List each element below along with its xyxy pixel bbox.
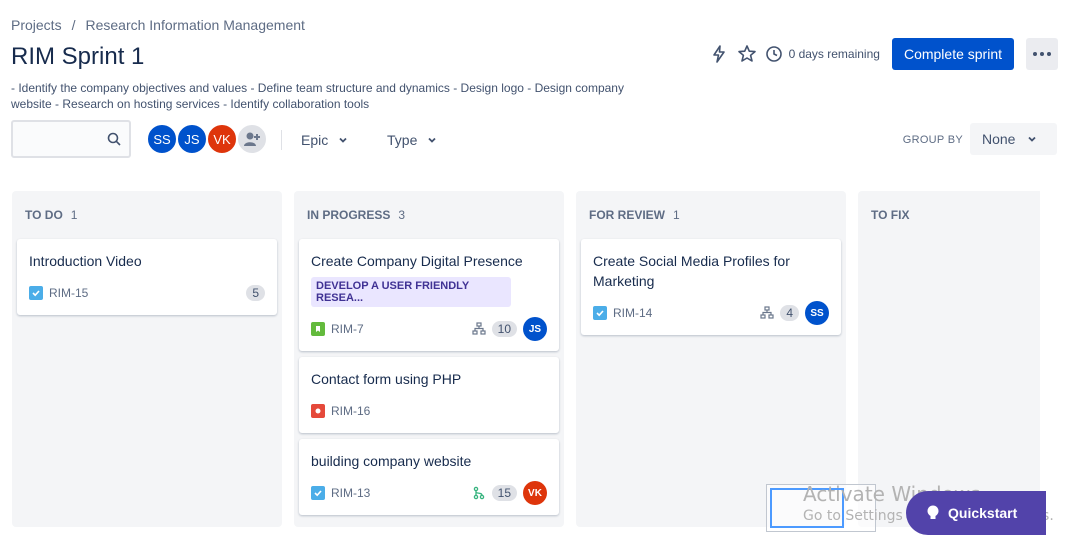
group-by-value: None (982, 131, 1016, 147)
task-icon (593, 306, 607, 320)
story-icon (311, 322, 325, 336)
issue-card[interactable]: building company website RIM-13 15 VK (299, 439, 559, 515)
issue-title: Contact form using PHP (311, 371, 462, 387)
avatar[interactable]: JS (176, 123, 208, 155)
epic-tag[interactable]: DEVELOP A USER FRIENDLY RESEA... (311, 277, 511, 307)
issue-key[interactable]: RIM-13 (331, 486, 370, 500)
card-footer: RIM-16 (311, 399, 547, 423)
avatar[interactable]: SS (146, 123, 178, 155)
column-header: IN PROGRESS 3 (299, 191, 559, 239)
subtasks-icon (760, 306, 774, 319)
lightbulb-icon (927, 505, 939, 519)
column-header: TO DO 1 (17, 191, 277, 239)
column-to-fix: TO FIX (858, 191, 1040, 527)
search-input[interactable] (11, 120, 131, 158)
card-footer: RIM-15 5 (29, 281, 265, 305)
column-header: FOR REVIEW 1 (581, 191, 841, 239)
column-in-progress: IN PROGRESS 3 Create Company Digital Pre… (294, 191, 564, 527)
branch-icon (473, 486, 484, 500)
column-todo: TO DO 1 Introduction Video RIM-15 5 (12, 191, 282, 527)
estimate-badge: 10 (491, 321, 517, 337)
assignee-avatar[interactable]: VK (523, 481, 547, 505)
quickstart-label: Quickstart (948, 505, 1018, 521)
sprint-description: - Identify the company objectives and va… (11, 81, 624, 111)
column-name: TO DO (25, 208, 63, 222)
star-icon[interactable] (733, 40, 761, 68)
issue-card[interactable]: Contact form using PHP RIM-16 (299, 357, 559, 433)
estimate-badge: 5 (246, 285, 265, 301)
task-icon (29, 286, 43, 300)
clock-icon (765, 46, 782, 62)
group-by-label: GROUP BY (902, 134, 963, 146)
column-name: FOR REVIEW (589, 208, 666, 222)
issue-key[interactable]: RIM-16 (331, 404, 370, 418)
sprint-actions: 0 days remaining Complete sprint (705, 38, 1058, 70)
issue-title: Create Social Media Profiles for Marketi… (593, 253, 790, 289)
column-name: IN PROGRESS (307, 208, 391, 222)
bug-icon (311, 404, 325, 418)
card-footer: RIM-7 10 JS (311, 317, 547, 341)
column-count: 3 (398, 208, 406, 222)
add-people-icon[interactable] (236, 123, 268, 155)
card-footer: RIM-13 15 VK (311, 481, 547, 505)
column-count: 1 (673, 208, 680, 222)
complete-sprint-button[interactable]: Complete sprint (891, 38, 1014, 70)
subtasks-icon (472, 322, 486, 335)
issue-title: Create Company Digital Presence (311, 253, 523, 269)
column-for-review: FOR REVIEW 1 Create Social Media Profile… (576, 191, 846, 527)
issue-key[interactable]: RIM-14 (613, 306, 652, 320)
page-title: RIM Sprint 1 (11, 43, 145, 70)
type-filter-label: Type (387, 132, 418, 148)
breadcrumb-project-link[interactable]: Research Information Management (85, 17, 304, 33)
issue-title: building company website (311, 453, 472, 469)
column-count: 1 (70, 208, 78, 222)
issue-key[interactable]: RIM-7 (331, 322, 364, 336)
assignee-filter: SS JS VK (146, 123, 268, 155)
issue-key[interactable]: RIM-15 (49, 286, 88, 300)
issue-card[interactable]: Create Social Media Profiles for Marketi… (581, 239, 841, 335)
sprint-board: TO DO 1 Introduction Video RIM-15 5 IN P… (12, 191, 1040, 527)
column-header: TO FIX (863, 191, 1040, 239)
column-name: TO FIX (871, 208, 910, 222)
issue-card[interactable]: Introduction Video RIM-15 5 (17, 239, 277, 315)
epic-filter[interactable]: Epic (301, 126, 348, 154)
assignee-avatar[interactable]: SS (805, 301, 829, 325)
breadcrumb-separator: / (71, 17, 76, 33)
chevron-down-icon (428, 137, 436, 143)
issue-card[interactable]: Create Company Digital Presence DEVELOP … (299, 239, 559, 351)
type-filter[interactable]: Type (387, 126, 437, 154)
search-icon (107, 132, 121, 151)
epic-filter-label: Epic (301, 132, 329, 148)
group-by-select[interactable]: None (970, 123, 1057, 155)
breadcrumb: Projects / Research Information Manageme… (11, 17, 305, 33)
avatar[interactable]: VK (206, 123, 238, 155)
filter-divider (281, 130, 282, 150)
breadcrumb-projects-link[interactable]: Projects (11, 17, 62, 33)
card-footer: RIM-14 4 SS (593, 301, 829, 325)
time-remaining: 0 days remaining (765, 45, 880, 63)
more-actions-button[interactable] (1026, 38, 1058, 70)
quickstart-button[interactable]: Quickstart (906, 491, 1046, 535)
issue-title: Introduction Video (29, 253, 142, 269)
chevron-down-icon (339, 137, 347, 143)
automation-icon[interactable] (705, 40, 733, 68)
remaining-text: 0 days remaining (788, 47, 880, 61)
estimate-badge: 15 (491, 485, 517, 501)
chevron-down-icon (1028, 136, 1037, 142)
estimate-badge: 4 (780, 305, 799, 321)
task-icon (311, 486, 325, 500)
assignee-avatar[interactable]: JS (523, 317, 547, 341)
